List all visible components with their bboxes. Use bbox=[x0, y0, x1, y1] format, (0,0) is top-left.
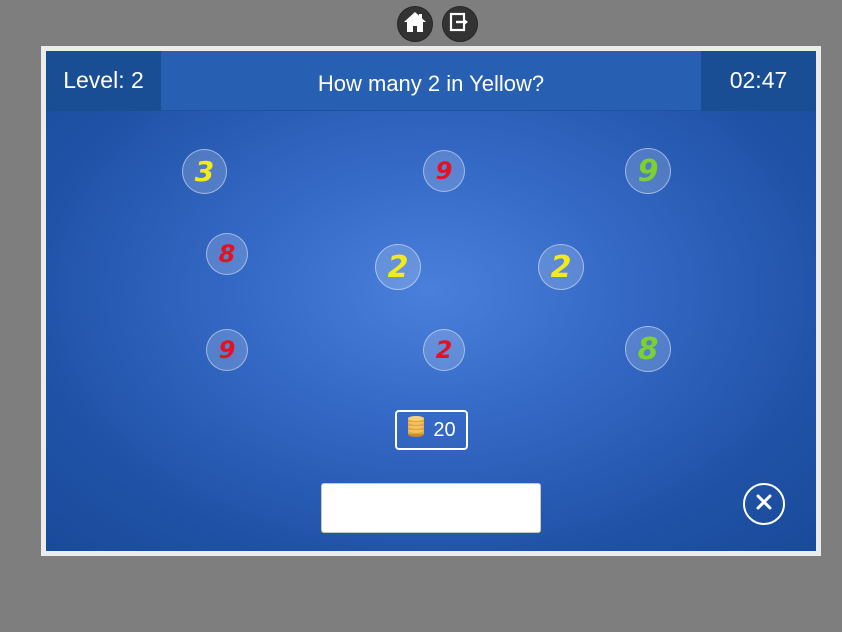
bubble-digit: 9 bbox=[637, 153, 659, 189]
number-bubble[interactable]: 8 bbox=[206, 233, 248, 275]
coin-counter: 20 bbox=[395, 410, 468, 450]
number-bubble[interactable]: 2 bbox=[375, 244, 421, 290]
home-icon bbox=[403, 11, 427, 38]
bubble-digit: 9 bbox=[435, 157, 453, 185]
coin-stack-icon bbox=[407, 416, 425, 444]
number-bubble[interactable]: 3 bbox=[182, 149, 227, 194]
close-icon bbox=[754, 492, 774, 517]
number-bubble[interactable]: 2 bbox=[423, 329, 465, 371]
close-button[interactable] bbox=[743, 483, 785, 525]
bubble-digit: 2 bbox=[550, 249, 572, 285]
exit-icon bbox=[449, 11, 471, 38]
number-bubble[interactable]: 9 bbox=[423, 150, 465, 192]
number-bubble[interactable]: 2 bbox=[538, 244, 584, 290]
home-button[interactable] bbox=[397, 6, 433, 42]
number-bubble[interactable]: 8 bbox=[625, 326, 671, 372]
number-bubble[interactable]: 9 bbox=[625, 148, 671, 194]
game-frame: Level: 2 How many 2 in Yellow? 02:47 3 9… bbox=[41, 46, 821, 556]
top-toolbar bbox=[397, 6, 478, 42]
game-board: Level: 2 How many 2 in Yellow? 02:47 3 9… bbox=[46, 51, 816, 551]
question-text: How many 2 in Yellow? bbox=[161, 51, 701, 111]
exit-button[interactable] bbox=[442, 6, 478, 42]
bubble-digit: 9 bbox=[218, 336, 236, 364]
number-bubble[interactable]: 9 bbox=[206, 329, 248, 371]
coin-count: 20 bbox=[433, 418, 456, 441]
level-indicator: Level: 2 bbox=[46, 51, 161, 111]
countdown-timer: 02:47 bbox=[701, 51, 816, 111]
bubble-digit: 8 bbox=[637, 331, 659, 367]
bubble-digit: 3 bbox=[194, 155, 215, 188]
bubble-digit: 2 bbox=[387, 249, 409, 285]
answer-input[interactable] bbox=[321, 483, 541, 533]
bubble-digit: 8 bbox=[218, 240, 236, 268]
bubble-digit: 2 bbox=[435, 336, 453, 364]
